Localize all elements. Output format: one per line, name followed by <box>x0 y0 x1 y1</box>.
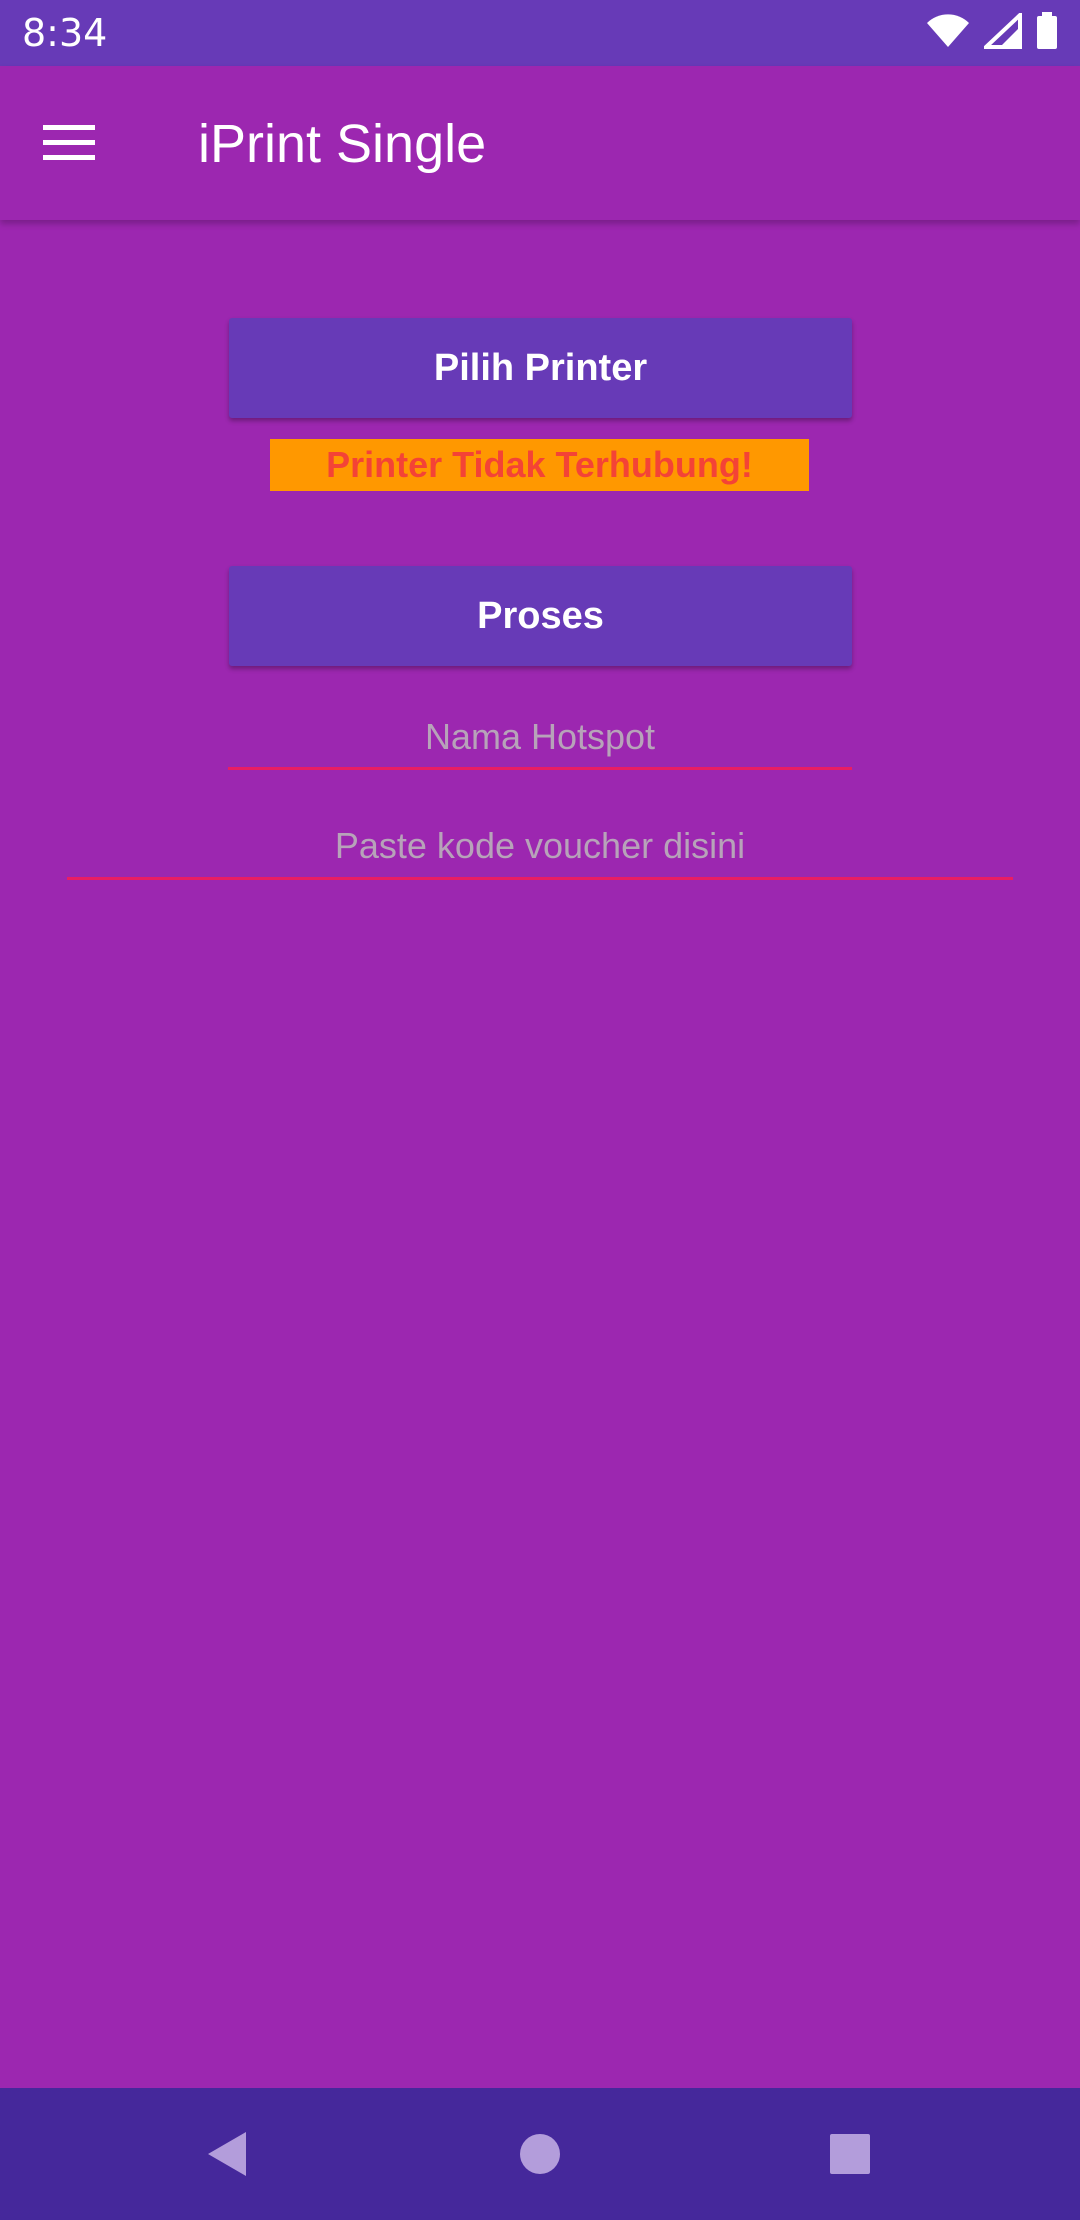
battery-icon <box>1036 11 1058 55</box>
navigation-bar <box>0 2088 1080 2220</box>
printer-status-label: Printer Tidak Terhubung! <box>270 439 809 491</box>
app-bar: iPrint Single <box>0 66 1080 220</box>
voucher-code-input[interactable] <box>67 814 1013 880</box>
recents-icon[interactable] <box>810 2114 890 2194</box>
home-icon[interactable] <box>500 2114 580 2194</box>
status-time: 8:34 <box>22 11 108 55</box>
process-button[interactable]: Proses <box>229 566 852 666</box>
app-title: iPrint Single <box>198 114 487 174</box>
hotspot-name-input[interactable] <box>228 706 852 770</box>
back-icon[interactable] <box>186 2114 266 2194</box>
wifi-icon <box>926 13 970 54</box>
status-icons <box>926 9 1058 55</box>
signal-icon <box>980 9 1022 54</box>
app-screen: 8:34 iPrint Single Pilih Printer Printer… <box>0 0 1080 2220</box>
hamburger-menu-icon[interactable] <box>30 104 108 182</box>
select-printer-button[interactable]: Pilih Printer <box>229 318 852 418</box>
status-bar: 8:34 <box>0 0 1080 66</box>
